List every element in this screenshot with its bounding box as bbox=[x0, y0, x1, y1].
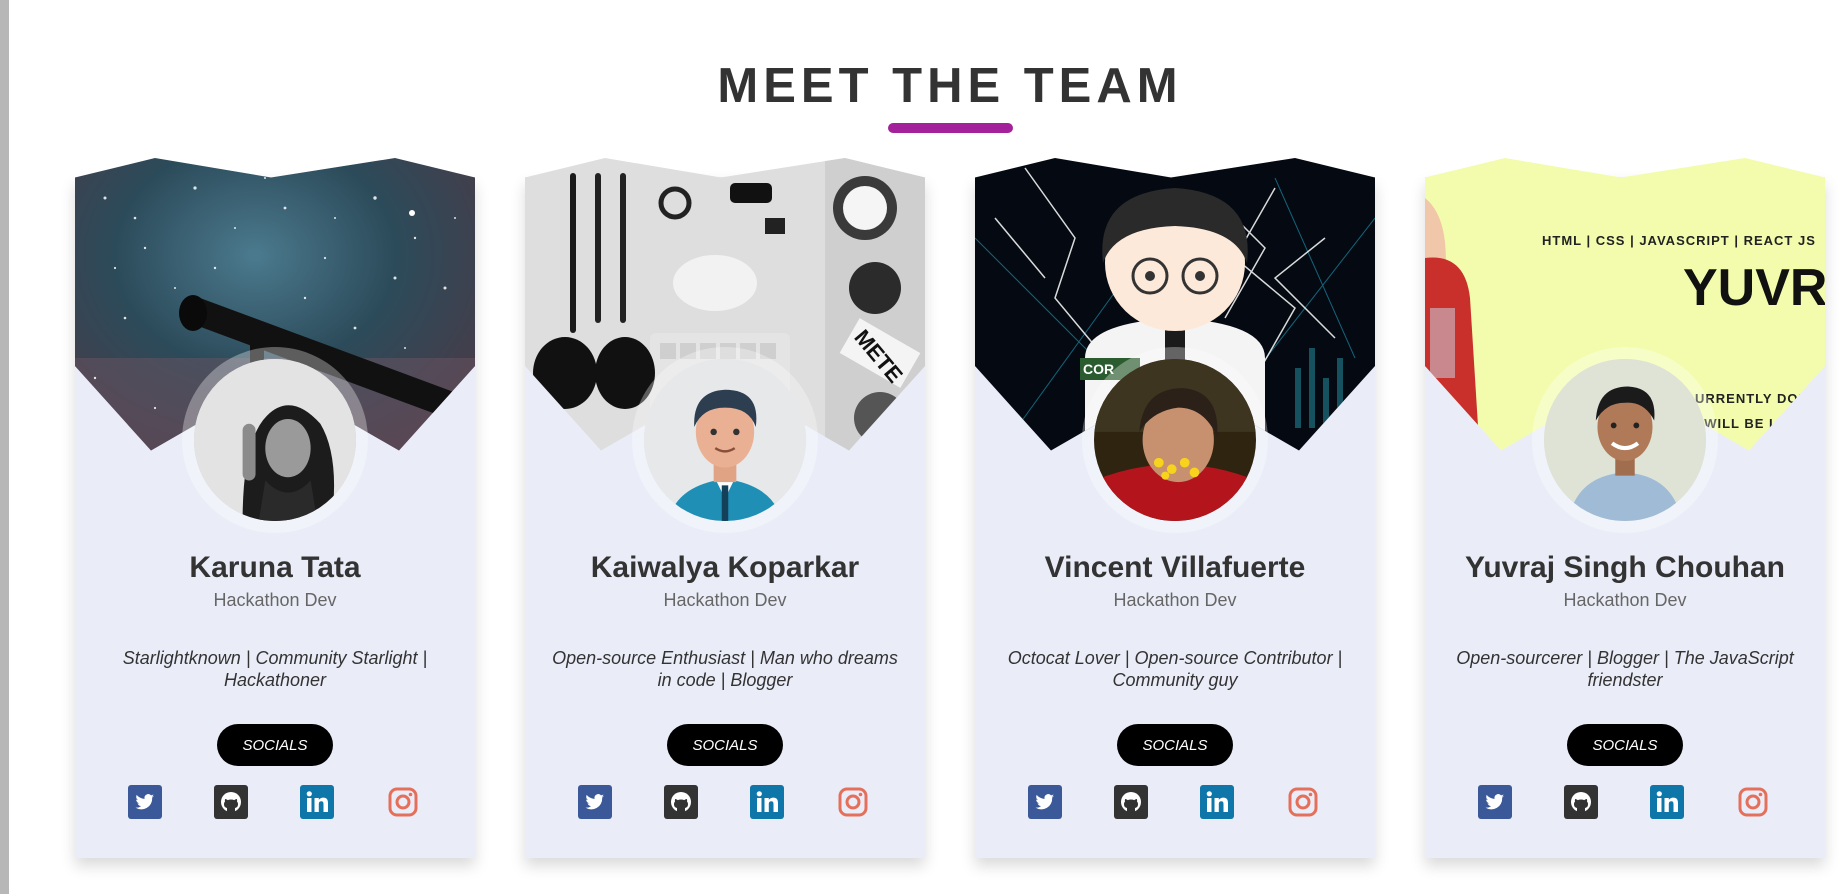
member-role: Hackathon Dev bbox=[213, 590, 337, 610]
instagram-icon[interactable] bbox=[836, 785, 870, 819]
linkedin-icon[interactable] bbox=[1650, 785, 1684, 819]
socials-button[interactable]: SOCIALS bbox=[1117, 724, 1233, 766]
member-bio: Octocat Lover | Open-source Contributor … bbox=[1007, 648, 1343, 690]
github-icon[interactable] bbox=[1114, 785, 1148, 819]
twitter-icon[interactable] bbox=[128, 785, 162, 819]
member-role: Hackathon Dev bbox=[663, 590, 787, 610]
cover-skills-text: HTML | CSS | JAVASCRIPT | REACT JS bbox=[1542, 233, 1816, 248]
member-name: Kaiwalya Koparkar bbox=[590, 551, 860, 584]
social-links bbox=[1028, 785, 1322, 819]
section-title: MEET THE TEAM bbox=[717, 59, 1183, 113]
social-links bbox=[1478, 785, 1772, 819]
title-underline bbox=[888, 123, 1013, 133]
twitter-icon[interactable] bbox=[1478, 785, 1512, 819]
avatar bbox=[644, 359, 806, 521]
cover-name-text: YUVR bbox=[1683, 259, 1825, 317]
social-links bbox=[128, 785, 422, 819]
github-icon[interactable] bbox=[664, 785, 698, 819]
cover-line1-text: URRENTLY DOING bbox=[1695, 391, 1825, 406]
team-card: METE Kaiwalya Koparkar Hackathon Dev Ope… bbox=[525, 158, 925, 858]
member-role: Hackathon Dev bbox=[1113, 590, 1237, 610]
team-card: COR Vincent Villafuerte Hackathon Dev Oc… bbox=[975, 158, 1375, 858]
linkedin-icon[interactable] bbox=[300, 785, 334, 819]
socials-button[interactable]: SOCIALS bbox=[1567, 724, 1683, 766]
team-card: Karuna Tata Hackathon Dev Starlightknown… bbox=[75, 158, 475, 858]
member-name: Yuvraj Singh Chouhan bbox=[1464, 551, 1786, 584]
twitter-icon[interactable] bbox=[578, 785, 612, 819]
avatar bbox=[194, 359, 356, 521]
member-bio: Starlightknown | Community Starlight | H… bbox=[122, 648, 428, 690]
linkedin-icon[interactable] bbox=[750, 785, 784, 819]
instagram-icon[interactable] bbox=[1736, 785, 1770, 819]
instagram-icon[interactable] bbox=[1286, 785, 1320, 819]
page-scrollbar[interactable] bbox=[0, 0, 9, 894]
linkedin-icon[interactable] bbox=[1200, 785, 1234, 819]
avatar bbox=[1544, 359, 1706, 521]
member-bio: Open-source Enthusiast | Man who dreams … bbox=[552, 648, 898, 690]
team-card: HTML | CSS | JAVASCRIPT | REACT JS YUVR … bbox=[1425, 158, 1825, 858]
instagram-icon[interactable] bbox=[386, 785, 420, 819]
github-icon[interactable] bbox=[214, 785, 248, 819]
member-role: Hackathon Dev bbox=[1563, 590, 1687, 610]
social-links bbox=[578, 785, 872, 819]
socials-button[interactable]: SOCIALS bbox=[217, 724, 333, 766]
socials-button[interactable]: SOCIALS bbox=[667, 724, 783, 766]
member-name: Vincent Villafuerte bbox=[1044, 551, 1306, 584]
member-bio: Open-sourcerer | Blogger | The JavaScrip… bbox=[1456, 648, 1794, 690]
member-name: Karuna Tata bbox=[189, 551, 361, 584]
github-icon[interactable] bbox=[1564, 785, 1598, 819]
avatar bbox=[1094, 359, 1256, 521]
twitter-icon[interactable] bbox=[1028, 785, 1062, 819]
